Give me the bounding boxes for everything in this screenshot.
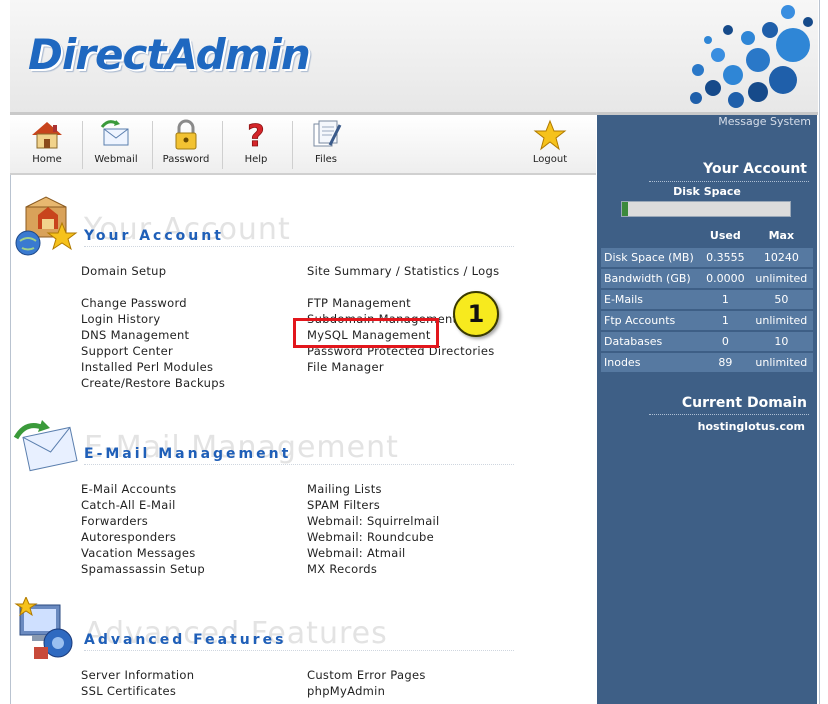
link-change-password[interactable]: Change Password <box>81 296 187 310</box>
link-catch-all-email[interactable]: Catch-All E-Mail <box>81 498 176 512</box>
link-forwarders[interactable]: Forwarders <box>81 514 148 528</box>
usage-stats-row: E-Mails 1 50 <box>601 290 813 309</box>
link-ssl-certificates[interactable]: SSL Certificates <box>81 684 176 698</box>
advanced-features-icon <box>14 597 73 659</box>
stat-max: unlimited <box>749 311 813 330</box>
stat-label: Disk Space (MB) <box>601 248 701 267</box>
toolbar-logout-button[interactable]: Logout <box>516 119 584 165</box>
advanced-features-title: Advanced Features <box>84 632 287 648</box>
link-dns-management[interactable]: DNS Management <box>81 328 189 342</box>
link-support-center[interactable]: Support Center <box>81 344 173 358</box>
your-account-icon <box>15 196 78 256</box>
link-server-information[interactable]: Server Information <box>81 668 194 682</box>
message-system-link[interactable]: Message System <box>718 115 811 128</box>
link-phpmyadmin[interactable]: phpMyAdmin <box>307 684 385 698</box>
toolbar-home-button[interactable]: Home <box>13 119 81 165</box>
directadmin-logo[interactable]: DirectAdmin <box>28 30 311 79</box>
toolbar-webmail-button[interactable]: Webmail <box>82 119 150 165</box>
link-site-summary[interactable]: Site Summary / Statistics / Logs <box>307 264 499 278</box>
stat-used: 0 <box>701 332 750 351</box>
sidebar-divider <box>649 181 809 182</box>
link-ftp-management[interactable]: FTP Management <box>307 296 411 310</box>
link-file-manager[interactable]: File Manager <box>307 360 384 374</box>
webmail-icon <box>100 120 129 146</box>
link-email-accounts[interactable]: E-Mail Accounts <box>81 482 176 496</box>
email-management-icon <box>13 420 78 472</box>
stat-used: 1 <box>701 290 750 309</box>
link-domain-setup[interactable]: Domain Setup <box>81 264 166 278</box>
link-autoresponders[interactable]: Autoresponders <box>81 530 176 544</box>
home-icon <box>32 122 62 149</box>
stat-max: unlimited <box>749 269 813 288</box>
stat-used: 89 <box>701 353 750 372</box>
usage-stats-row: Ftp Accounts 1 unlimited <box>601 311 813 330</box>
link-mx-records[interactable]: MX Records <box>307 562 377 576</box>
stat-used: 0.3555 <box>701 248 750 267</box>
sidebar-divider <box>649 414 809 415</box>
usage-stats-row: Bandwidth (GB) 0.0000 unlimited <box>601 269 813 288</box>
toolbar-password-button[interactable]: Password <box>152 119 220 165</box>
link-installed-perl-modules[interactable]: Installed Perl Modules <box>81 360 213 374</box>
stat-label: Databases <box>601 332 701 351</box>
stat-max: 10240 <box>749 248 813 267</box>
svg-text:?: ? <box>247 119 264 151</box>
section-divider <box>84 464 514 465</box>
link-custom-error-pages[interactable]: Custom Error Pages <box>307 668 426 682</box>
help-icon: ? <box>247 119 265 151</box>
col-max-header: Max <box>768 229 795 242</box>
toolbar-files-button[interactable]: Files <box>292 119 360 165</box>
usage-stats-row: Inodes 89 unlimited <box>601 353 813 372</box>
disk-usage-fill <box>622 202 628 216</box>
bubbles-decoration-icon <box>690 5 813 108</box>
link-spamassassin-setup[interactable]: Spamassassin Setup <box>81 562 205 576</box>
usage-stats-row: Disk Space (MB) 0.3555 10240 <box>601 248 813 267</box>
star-icon <box>533 119 567 151</box>
disk-usage-bar <box>621 201 791 217</box>
account-sidebar: Message System Your Account Disk Space U… <box>597 115 817 704</box>
link-mailing-lists[interactable]: Mailing Lists <box>307 482 382 496</box>
stat-label: Inodes <box>601 353 701 372</box>
stat-max: 50 <box>749 290 813 309</box>
link-spam-filters[interactable]: SPAM Filters <box>307 498 380 512</box>
email-management-title: E-Mail Management <box>84 446 292 462</box>
mysql-highlight-box <box>293 318 439 348</box>
current-domain-title: Current Domain <box>681 395 807 411</box>
your-account-title: Your Account <box>84 228 224 244</box>
link-vacation-messages[interactable]: Vacation Messages <box>81 546 196 560</box>
toolbar: Home Webmail Password ? Help Files Logou… <box>10 115 596 175</box>
header-banner: DirectAdmin <box>10 0 818 115</box>
link-login-history[interactable]: Login History <box>81 312 161 326</box>
step-callout-badge: 1 <box>453 291 499 337</box>
files-icon <box>313 120 342 147</box>
stat-max: 10 <box>749 332 813 351</box>
section-divider <box>84 650 514 651</box>
toolbar-help-button[interactable]: ? Help <box>222 119 290 165</box>
link-webmail-roundcube[interactable]: Webmail: Roundcube <box>307 530 434 544</box>
section-divider <box>84 246 514 247</box>
stat-label: Bandwidth (GB) <box>601 269 701 288</box>
current-domain-name: hostinglotus.com <box>697 420 805 433</box>
stat-used: 1 <box>701 311 750 330</box>
usage-stats-row: Databases 0 10 <box>601 332 813 351</box>
usage-stats-table: Used Max Disk Space (MB) 0.3555 10240 Bandw… <box>601 225 813 374</box>
link-webmail-squirrelmail[interactable]: Webmail: Squirrelmail <box>307 514 440 528</box>
stat-label: E-Mails <box>601 290 701 309</box>
link-create-restore-backups[interactable]: Create/Restore Backups <box>81 376 225 390</box>
col-used-header: Used <box>709 229 741 242</box>
disk-space-label: Disk Space <box>673 185 741 198</box>
stat-max: unlimited <box>749 353 813 372</box>
stat-label: Ftp Accounts <box>601 311 701 330</box>
sidebar-your-account-title: Your Account <box>703 161 807 177</box>
stat-used: 0.0000 <box>701 269 750 288</box>
link-webmail-atmail[interactable]: Webmail: Atmail <box>307 546 406 560</box>
lock-icon <box>175 119 197 150</box>
